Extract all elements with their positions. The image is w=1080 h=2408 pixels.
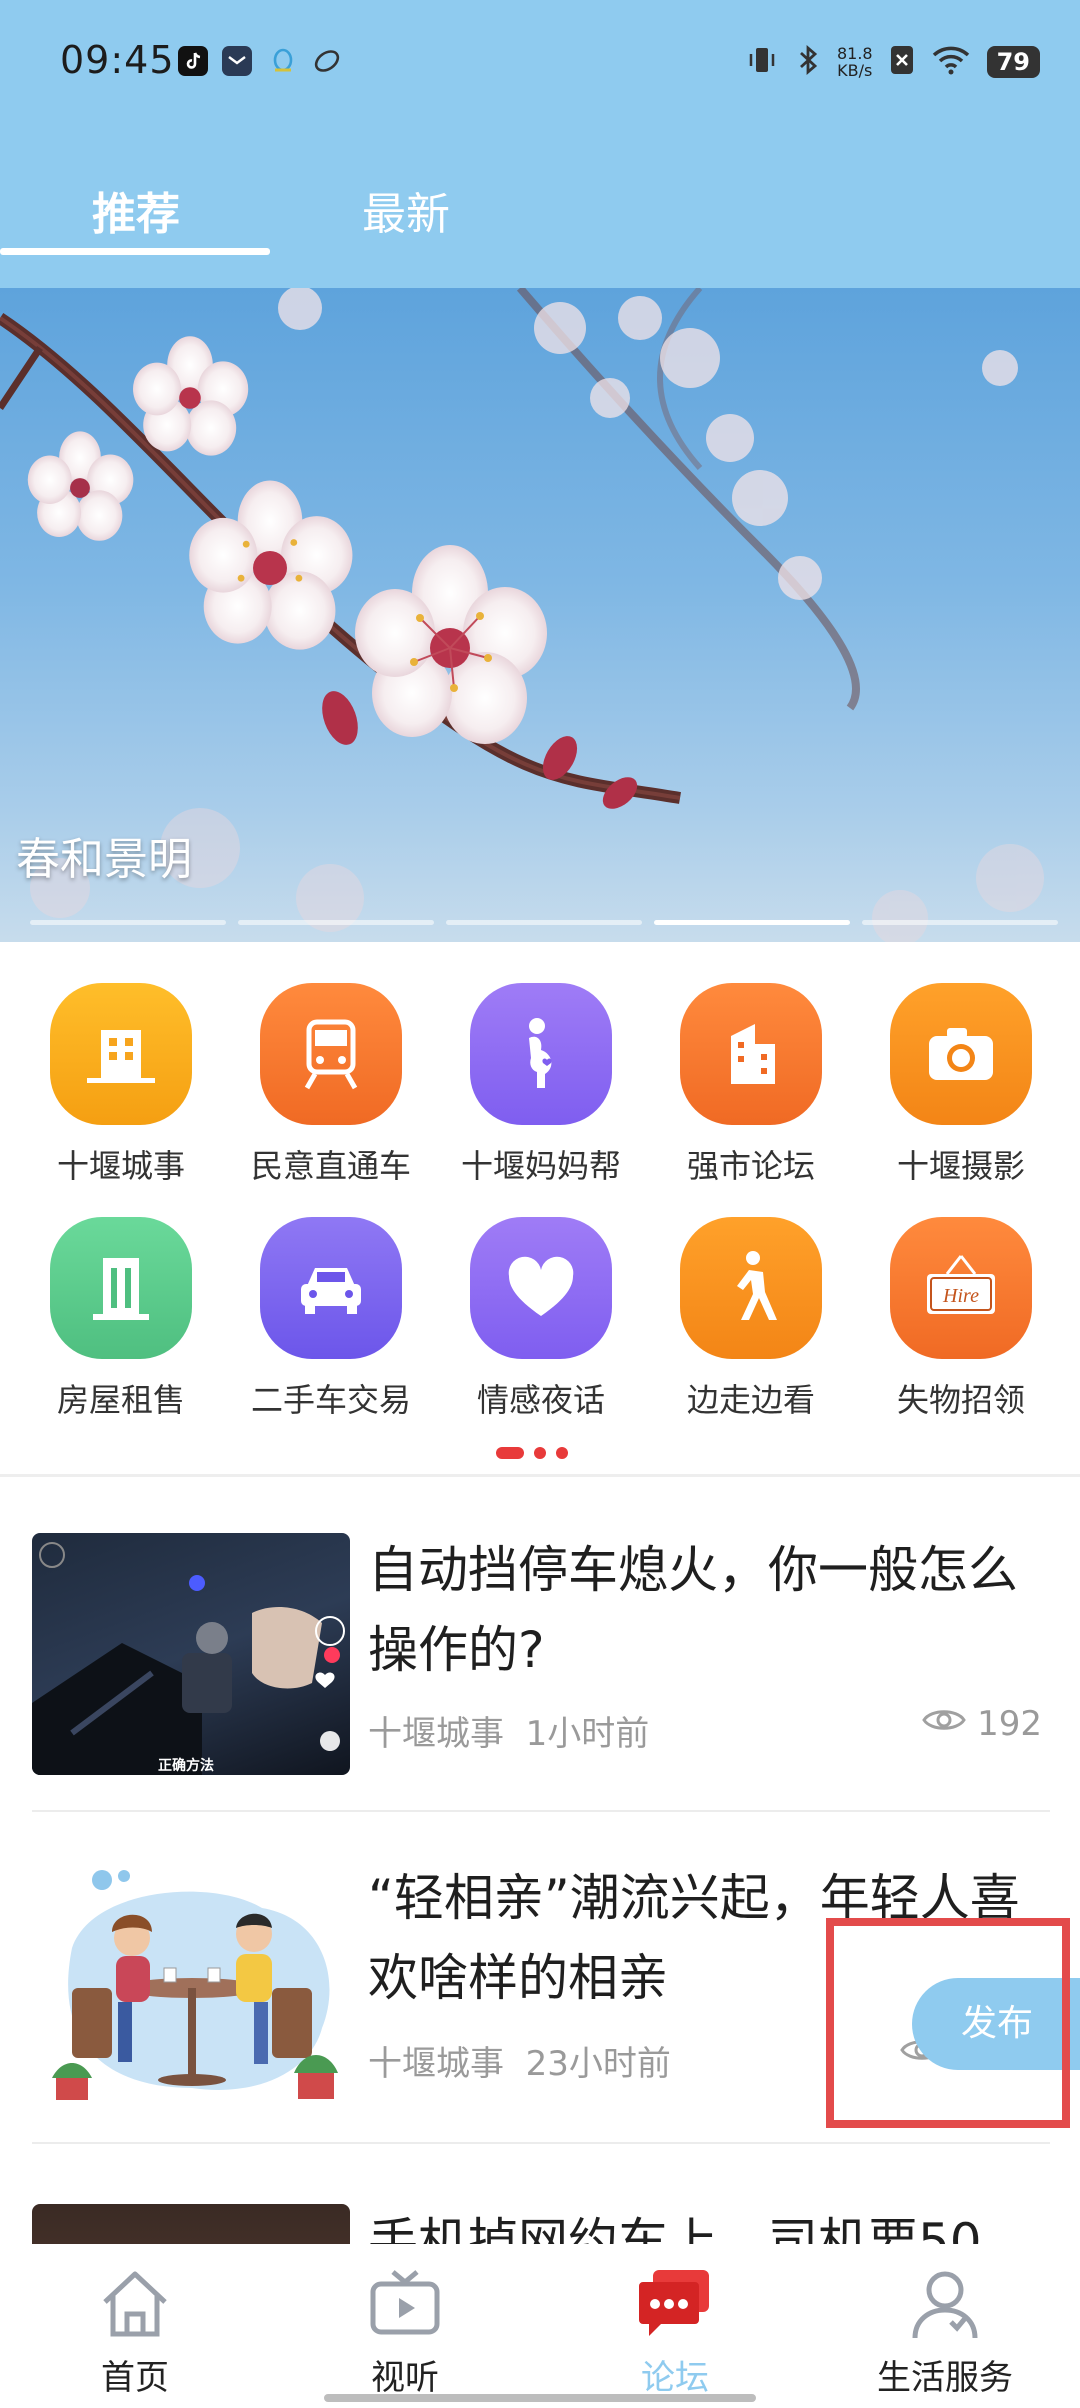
status-bar: 09:45 81.8 KB/s 79: [0, 0, 1080, 130]
city-icon: [680, 983, 822, 1125]
banner-dot: [238, 920, 434, 925]
thumbnail-caption: 正确方法: [158, 1758, 214, 1774]
net-speed-unit: KB/s: [837, 61, 873, 80]
house-icon: [50, 1217, 192, 1359]
banner-dot: [862, 920, 1058, 925]
nav-label: 首页: [101, 2358, 169, 2398]
walking-icon: [680, 1217, 822, 1359]
category-shiyan-city[interactable]: 十堰城事: [16, 983, 226, 1187]
category-label: 情感夜话: [476, 1381, 605, 1419]
section-divider: [0, 1474, 1080, 1477]
post-time: 1小时前: [525, 1714, 650, 1754]
hire-sign-icon: Hire: [890, 1217, 1032, 1359]
home-icon: [0, 2266, 270, 2346]
qq-icon: [268, 46, 298, 76]
category-label: 房屋租售: [56, 1381, 185, 1419]
wifi-icon: [931, 44, 971, 80]
banner-page-dots: [30, 920, 1058, 925]
category-label: 十堰城事: [56, 1147, 185, 1185]
post-thumbnail: 正确方法: [32, 1533, 350, 1775]
tab-latest[interactable]: 最新: [362, 178, 450, 242]
page-dot-active: [496, 1447, 524, 1459]
status-time: 09:45: [60, 38, 175, 82]
category-moms-group[interactable]: 十堰妈妈帮: [436, 983, 646, 1187]
category-lost-and-found[interactable]: Hire 失物招领: [856, 1217, 1066, 1421]
post-title: 手机掉网约车上，司机要50: [368, 2213, 982, 2244]
page-dot: [556, 1447, 568, 1459]
status-indicators: 81.8 KB/s 79: [745, 40, 1040, 84]
highlight-box: [826, 1918, 1070, 2128]
person-icon: [810, 2266, 1080, 2346]
category-city-forum[interactable]: 强市论坛: [646, 983, 856, 1187]
category-used-cars[interactable]: 二手车交易: [226, 1217, 436, 1421]
page-dot: [534, 1447, 546, 1459]
camera-icon: [890, 983, 1032, 1125]
nav-label: 论坛: [641, 2358, 709, 2398]
post-item[interactable]: 手机掉网约车上，司机要50: [0, 2162, 1080, 2244]
car-icon: [260, 1217, 402, 1359]
building-icon: [50, 983, 192, 1125]
post-separator: [32, 1810, 1050, 1812]
nav-home[interactable]: 首页: [0, 2266, 270, 2399]
train-icon: [260, 983, 402, 1125]
tiktok-icon: [178, 46, 208, 76]
post-category: 十堰城事: [368, 1714, 504, 1754]
nav-label: 生活服务: [877, 2358, 1013, 2398]
active-tab-indicator: [0, 248, 270, 255]
banner-caption: 春和景明: [16, 834, 192, 885]
forum-icon: [540, 2266, 810, 2346]
category-label: 二手车交易: [250, 1381, 411, 1419]
category-walk-and-see[interactable]: 边走边看: [646, 1217, 856, 1421]
tv-icon: [270, 2266, 540, 2346]
post-time: 23小时前: [525, 2044, 671, 2084]
net-speed: 81.8 KB/s: [837, 45, 873, 79]
post-views: 192: [921, 1704, 1042, 1744]
post-item[interactable]: 正确方法 自动挡停车熄火，你一般怎么操作的? 十堰城事 1小时前 192: [0, 1500, 1080, 1810]
nav-forum[interactable]: 论坛: [540, 2266, 810, 2399]
view-count: 192: [977, 1704, 1042, 1744]
bottom-nav: 首页 视听 论坛 生活服务: [0, 2244, 1080, 2408]
vibrate-icon: [745, 43, 779, 81]
post-title: 自动挡停车熄火，你一般怎么操作的?: [368, 1541, 1018, 1679]
post-thumbnail: [32, 1868, 350, 2110]
battery-level: 79: [986, 46, 1040, 78]
post-thumbnail: [32, 2204, 350, 2244]
category-label: 十堰妈妈帮: [460, 1147, 621, 1185]
banner-dot-active: [654, 920, 850, 925]
banner-dot: [30, 920, 226, 925]
category-label: 民意直通车: [250, 1147, 411, 1185]
category-label: 强市论坛: [686, 1147, 815, 1185]
post-meta: 十堰城事 23小时前: [368, 2036, 671, 2085]
post-category: 十堰城事: [368, 2044, 504, 2084]
nav-life-services[interactable]: 生活服务: [810, 2266, 1080, 2399]
top-header: 09:45 81.8 KB/s 79 推荐 最新: [0, 0, 1080, 288]
post-meta: 十堰城事 1小时前: [368, 1706, 649, 1755]
mail-icon: [222, 46, 252, 76]
nav-label: 视听: [371, 2358, 439, 2398]
post-separator: [32, 2142, 1050, 2144]
category-photography[interactable]: 十堰摄影: [856, 983, 1066, 1187]
category-label: 失物招领: [896, 1381, 1025, 1419]
pregnant-woman-icon: [470, 983, 612, 1125]
banner-carousel[interactable]: 春和景明: [0, 288, 1080, 942]
heart-icon: [470, 1217, 612, 1359]
tab-recommended[interactable]: 推荐: [92, 178, 180, 242]
feed-tabs: 推荐 最新: [0, 160, 1080, 260]
no-sim-icon: [889, 44, 915, 80]
banner-dot: [446, 920, 642, 925]
nav-audio-video[interactable]: 视听: [270, 2266, 540, 2399]
category-label: 边走边看: [686, 1381, 815, 1419]
category-housing[interactable]: 房屋租售: [16, 1217, 226, 1421]
eye-icon: [921, 1704, 967, 1744]
home-indicator[interactable]: [324, 2394, 756, 2402]
category-label: 十堰摄影: [896, 1147, 1025, 1185]
leaf-app-icon: [312, 46, 342, 76]
category-public-opinion[interactable]: 民意直通车: [226, 983, 436, 1187]
category-emotions[interactable]: 情感夜话: [436, 1217, 646, 1421]
category-page-indicator: [496, 1447, 568, 1459]
bluetooth-icon: [795, 43, 821, 81]
svg-text:Hire: Hire: [942, 1285, 979, 1307]
